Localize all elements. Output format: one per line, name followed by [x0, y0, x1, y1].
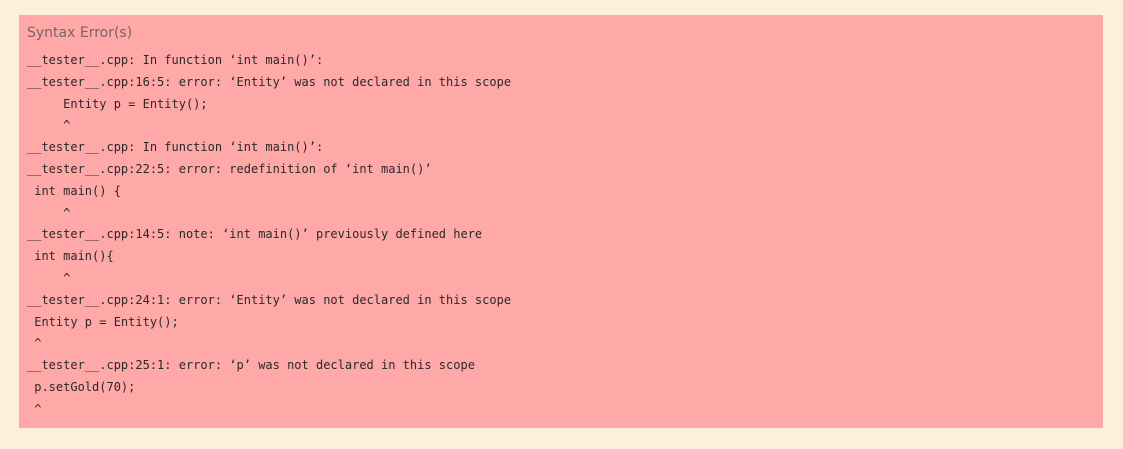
panel-title: Syntax Error(s) — [27, 25, 133, 41]
compiler-output: __tester__.cpp: In function ‘int main()’… — [27, 50, 511, 421]
output-line: p.setGold(70); — [27, 379, 136, 394]
output-line: __tester__.cpp:16:5: error: ‘Entity’ was… — [27, 74, 512, 89]
output-line: __tester__.cpp:22:5: error: redefinition… — [27, 161, 432, 176]
output-line: ^ — [27, 401, 42, 416]
output-line: int main() { — [27, 183, 121, 198]
output-line: ^ — [27, 118, 71, 133]
output-line: Entity p = Entity(); — [27, 314, 179, 329]
output-line: __tester__.cpp:25:1: error: ‘p’ was not … — [27, 358, 475, 373]
output-line: int main(){ — [27, 249, 114, 264]
output-line: __tester__.cpp: In function ‘int main()’… — [27, 53, 324, 67]
output-line: __tester__.cpp:14:5: note: ‘int main()’ … — [27, 227, 483, 242]
output-line: Entity p = Entity(); — [27, 96, 208, 111]
output-line: ^ — [27, 205, 71, 220]
page: { "panel": { "title": "Syntax Error(s)",… — [0, 0, 1123, 449]
output-line: ^ — [27, 270, 71, 285]
syntax-error-panel: Syntax Error(s) __tester__.cpp: In funct… — [19, 15, 1103, 428]
output-line: __tester__.cpp:24:1: error: ‘Entity’ was… — [27, 292, 512, 307]
output-line: __tester__.cpp: In function ‘int main()’… — [27, 140, 324, 155]
output-line: ^ — [27, 336, 42, 351]
